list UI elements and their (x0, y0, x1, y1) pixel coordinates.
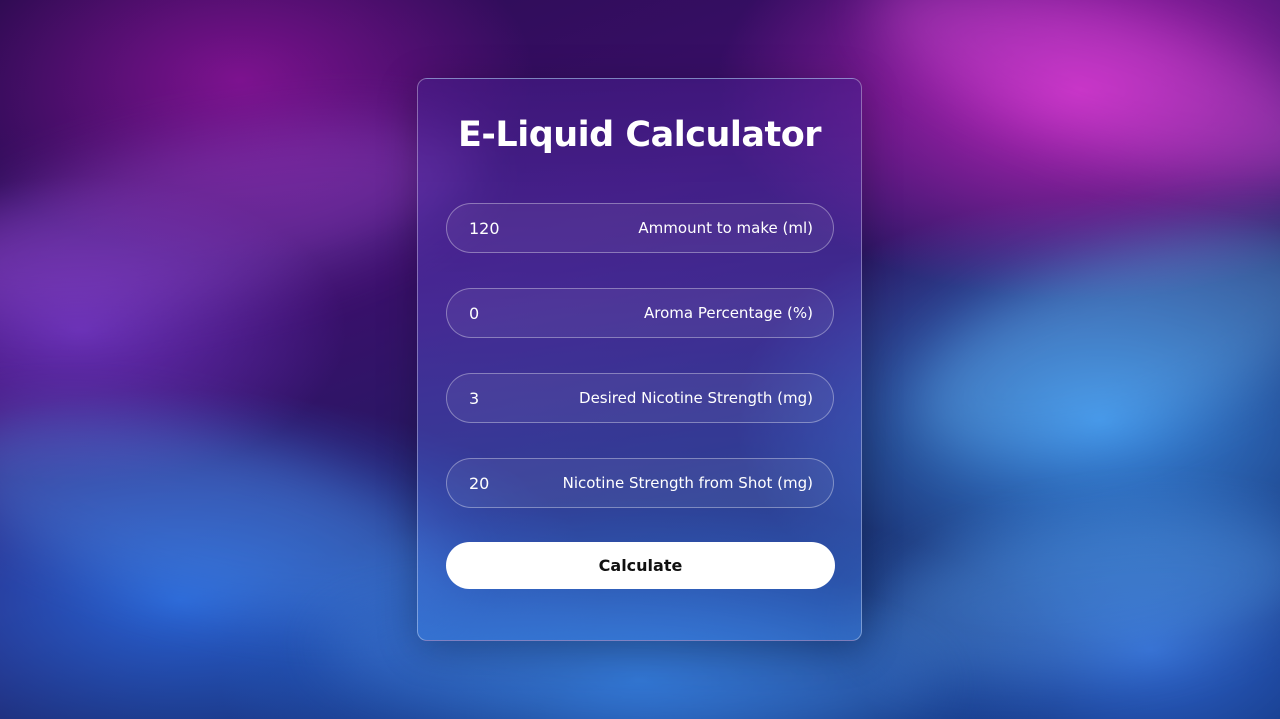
desired-nicotine-strength-field[interactable]: 3 Desired Nicotine Strength (mg) (446, 373, 834, 423)
shot-nicotine-strength-label: Nicotine Strength from Shot (mg) (562, 474, 813, 492)
aroma-percentage-value[interactable]: 0 (469, 304, 479, 323)
shot-nicotine-strength-field[interactable]: 20 Nicotine Strength from Shot (mg) (446, 458, 834, 508)
smoke-wisp (883, 176, 1280, 504)
desired-nicotine-strength-label: Desired Nicotine Strength (mg) (579, 389, 813, 407)
calculator-title: E-Liquid Calculator (457, 115, 822, 155)
calculator-card: E-Liquid Calculator 120 Ammount to make … (417, 78, 862, 641)
calculate-button[interactable]: Calculate (446, 542, 835, 589)
aroma-percentage-field[interactable]: 0 Aroma Percentage (%) (446, 288, 834, 338)
amount-to-make-field[interactable]: 120 Ammount to make (ml) (446, 203, 834, 253)
aroma-percentage-label: Aroma Percentage (%) (644, 304, 813, 322)
desired-nicotine-strength-value[interactable]: 3 (469, 389, 479, 408)
amount-to-make-label: Ammount to make (ml) (638, 219, 813, 237)
amount-to-make-value[interactable]: 120 (469, 219, 500, 238)
smoke-wisp (850, 0, 1280, 224)
shot-nicotine-strength-value[interactable]: 20 (469, 474, 489, 493)
